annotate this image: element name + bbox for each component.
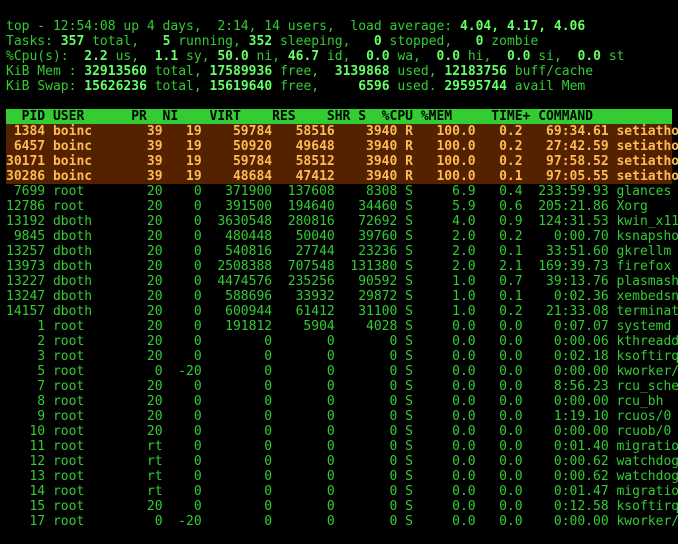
summary-line-1: top - 12:54:08 up 4 days, 2:14, 14 users…	[6, 19, 672, 34]
process-row: 1 root 20 0 191812 5904 4028 S 0.0 0.0 0…	[6, 319, 672, 334]
process-row: 9845 dboth 20 0 480448 50040 39760 S 2.0…	[6, 229, 672, 244]
process-row: 7699 root 20 0 371900 137608 8308 S 6.9 …	[6, 184, 672, 199]
process-row: 9 root 20 0 0 0 0 S 0.0 0.0 1:19.10 rcuo…	[6, 409, 672, 424]
terminal-top-output: top - 12:54:08 up 4 days, 2:14, 14 users…	[0, 0, 678, 544]
process-row: 30171 boinc 39 19 59784 58512 3940 R 100…	[6, 154, 672, 169]
process-row: 3 root 20 0 0 0 0 S 0.0 0.0 0:02.18 ksof…	[6, 349, 672, 364]
process-row: 7 root 20 0 0 0 0 S 0.0 0.0 8:56.23 rcu_…	[6, 379, 672, 394]
column-header-row: PID USER PR NI VIRT RES SHR S %CPU %MEM …	[6, 109, 672, 124]
summary-line-2: Tasks: 357 total, 5 running, 352 sleepin…	[6, 34, 672, 49]
process-row: 13247 dboth 20 0 588696 33932 29872 S 1.…	[6, 289, 672, 304]
process-row: 14 root rt 0 0 0 0 S 0.0 0.0 0:01.47 mig…	[6, 484, 672, 499]
summary-line-4: KiB Mem : 32913560 total, 17589936 free,…	[6, 64, 672, 79]
process-row: 17 root 0 -20 0 0 0 S 0.0 0.0 0:00.00 kw…	[6, 514, 672, 529]
process-row: 12 root rt 0 0 0 0 S 0.0 0.0 0:00.62 wat…	[6, 454, 672, 469]
process-row: 30286 boinc 39 19 48684 47412 3940 R 100…	[6, 169, 672, 184]
process-row: 12786 root 20 0 391500 194640 34460 S 5.…	[6, 199, 672, 214]
process-row: 1384 boinc 39 19 59784 58516 3940 R 100.…	[6, 124, 672, 139]
process-row: 14157 dboth 20 0 600944 61412 31100 S 1.…	[6, 304, 672, 319]
process-row: 13257 dboth 20 0 540816 27744 23236 S 2.…	[6, 244, 672, 259]
summary-line-5: KiB Swap: 15626236 total, 15619640 free,…	[6, 79, 672, 94]
process-list: 1384 boinc 39 19 59784 58516 3940 R 100.…	[6, 124, 672, 529]
summary-line-3: %Cpu(s): 2.2 us, 1.1 sy, 50.0 ni, 46.7 i…	[6, 49, 672, 64]
process-row: 11 root rt 0 0 0 0 S 0.0 0.0 0:01.40 mig…	[6, 439, 672, 454]
process-row: 6457 boinc 39 19 50920 49648 3940 R 100.…	[6, 139, 672, 154]
process-row: 2 root 20 0 0 0 0 S 0.0 0.0 0:00.06 kthr…	[6, 334, 672, 349]
process-row: 13192 dboth 20 0 3630548 280816 72692 S …	[6, 214, 672, 229]
process-row: 8 root 20 0 0 0 0 S 0.0 0.0 0:00.00 rcu_…	[6, 394, 672, 409]
process-row: 5 root 0 -20 0 0 0 S 0.0 0.0 0:00.00 kwo…	[6, 364, 672, 379]
process-row: 15 root 20 0 0 0 0 S 0.0 0.0 0:12.58 kso…	[6, 499, 672, 514]
process-row: 13 root rt 0 0 0 0 S 0.0 0.0 0:00.62 wat…	[6, 469, 672, 484]
process-row: 13227 dboth 20 0 4474576 235256 90592 S …	[6, 274, 672, 289]
process-row: 13973 dboth 20 0 2508388 707548 131380 S…	[6, 259, 672, 274]
process-row: 10 root 20 0 0 0 0 S 0.0 0.0 0:00.00 rcu…	[6, 424, 672, 439]
